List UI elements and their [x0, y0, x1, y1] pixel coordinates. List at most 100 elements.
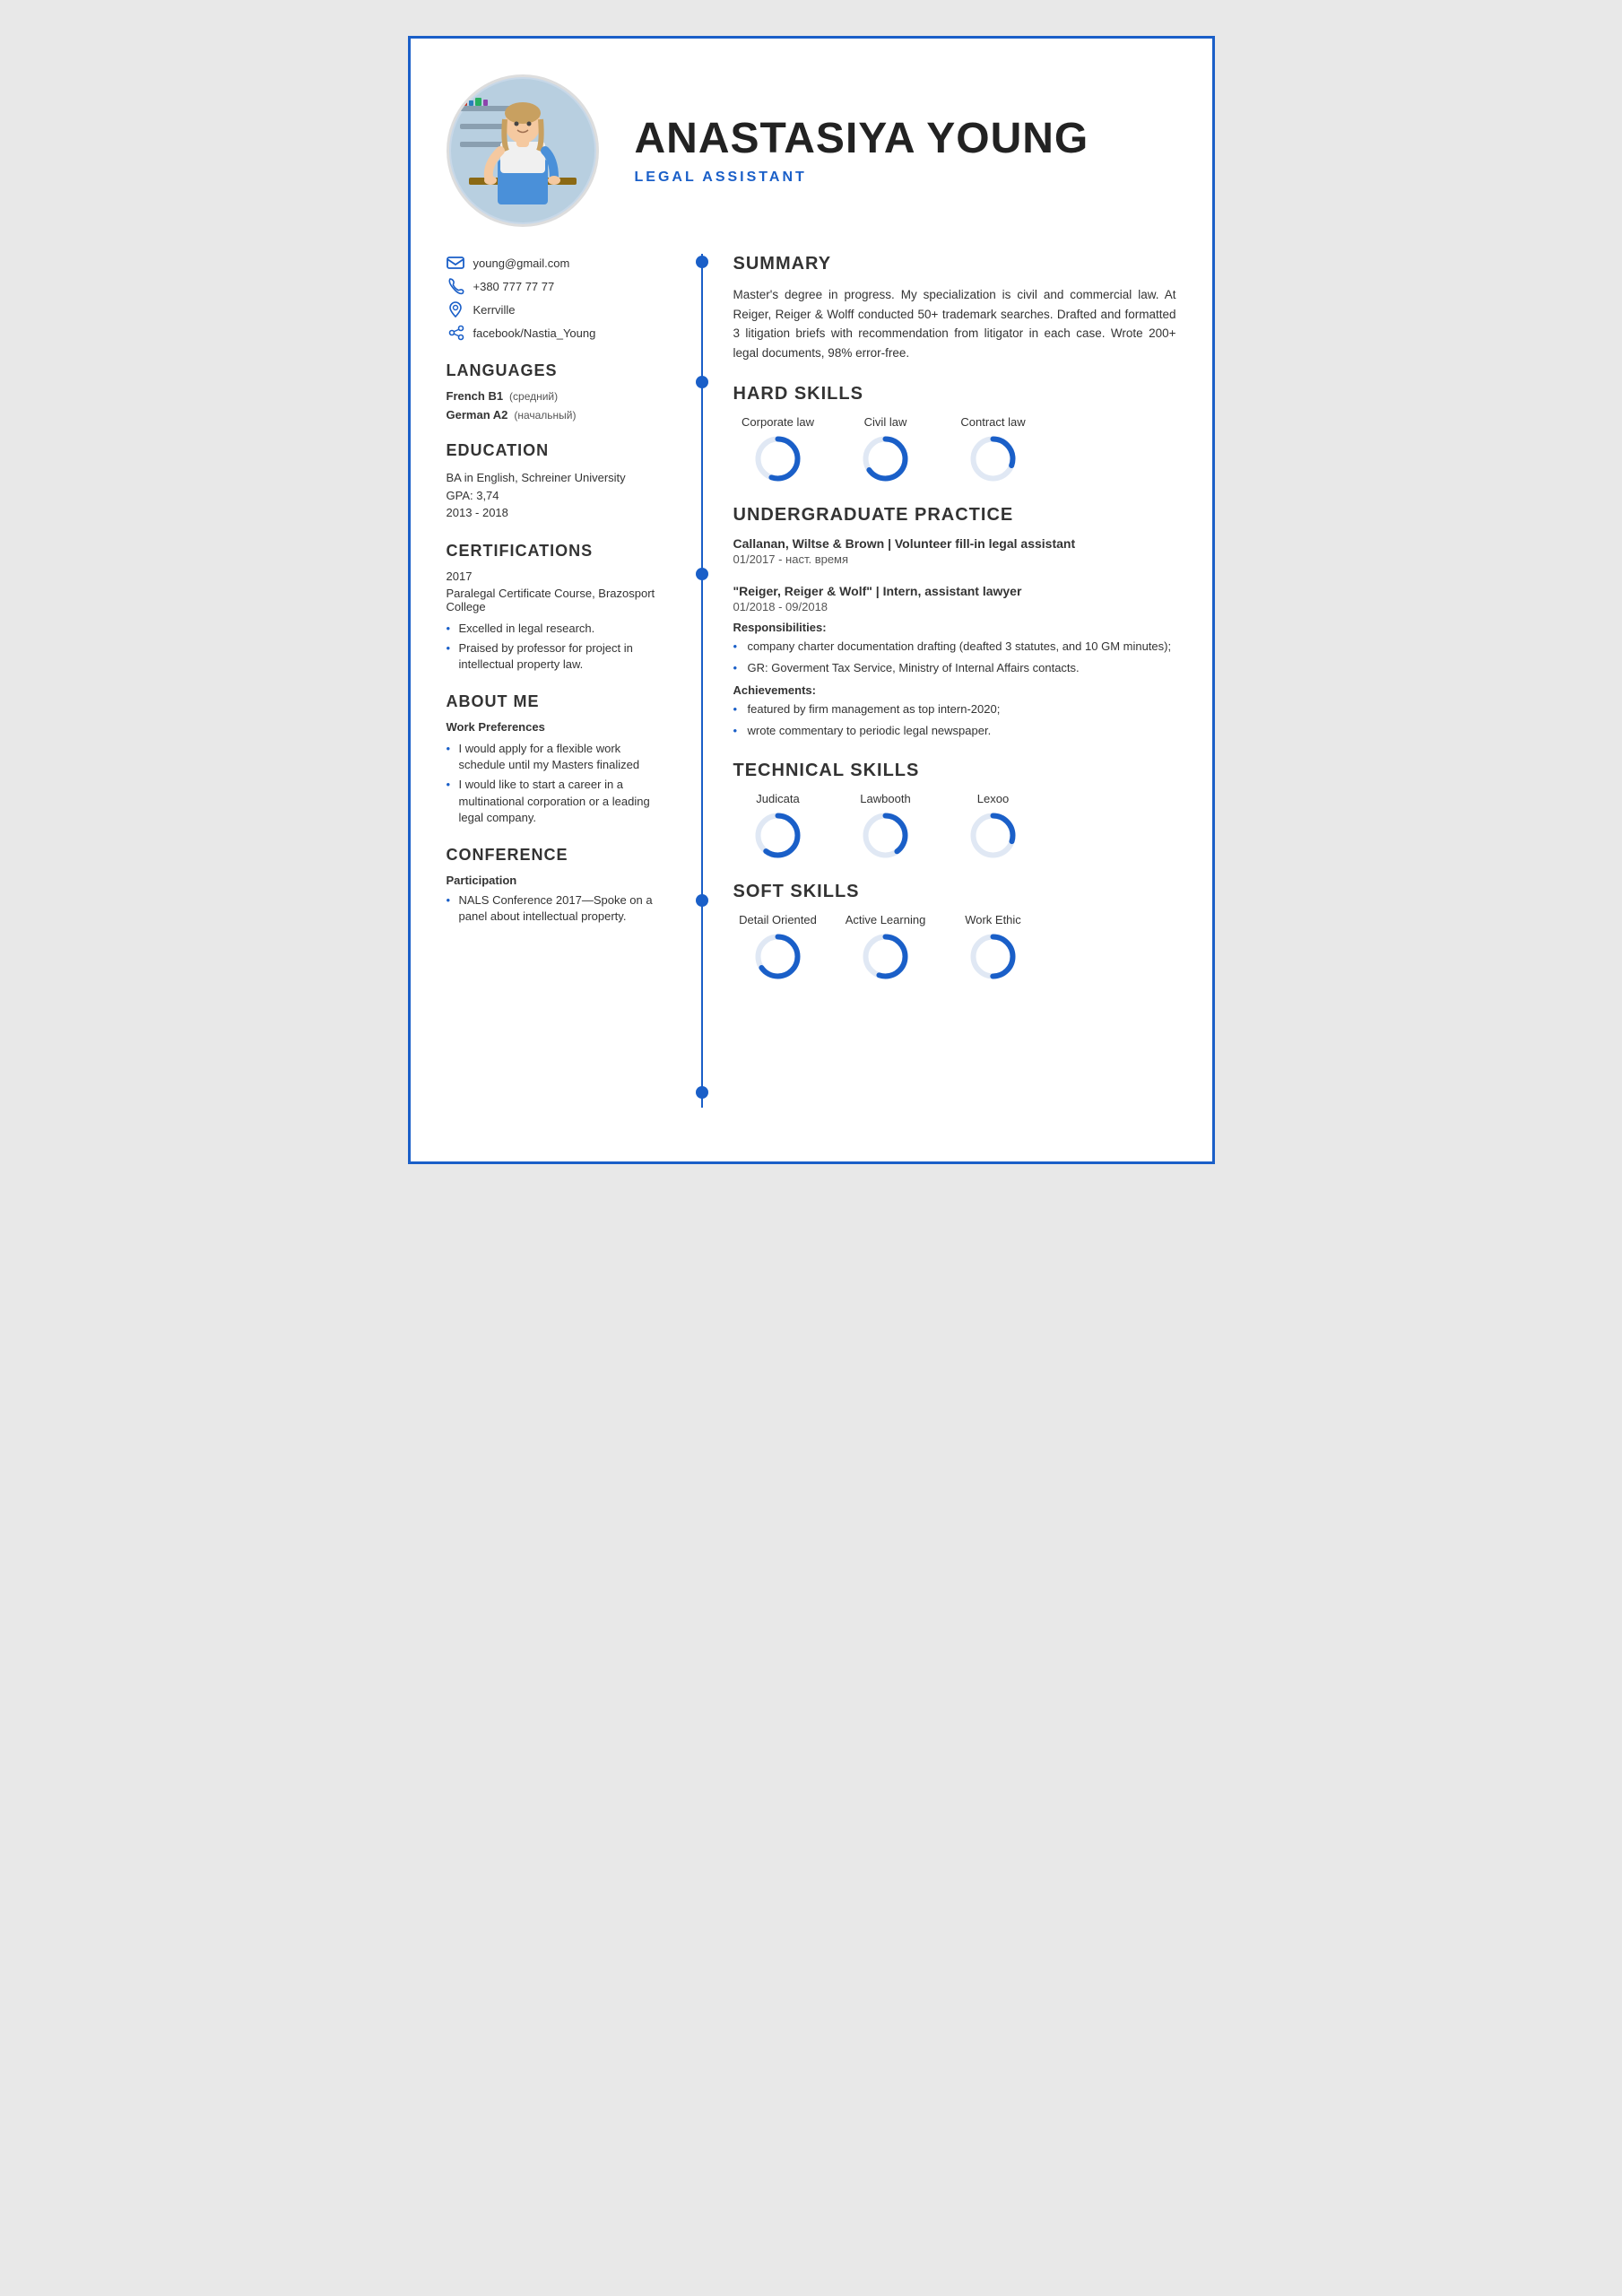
- practice-org-2: "Reiger, Reiger & Wolf" | Intern, assist…: [733, 584, 1176, 598]
- email-icon: [447, 254, 464, 272]
- cert-name: Paralegal Certificate Course, Brazosport…: [447, 587, 671, 613]
- about-title: ABOUT ME: [447, 692, 671, 711]
- hard-skills-section: HARD SKILLS Corporate law Civil law: [733, 384, 1176, 483]
- practice-title: UNDERGRADUATE PRACTICE: [733, 505, 1176, 526]
- timeline-dot-4: [696, 894, 708, 907]
- summary-section: SUMMARY Master's degree in progress. My …: [733, 254, 1176, 362]
- soft-skills-grid: Detail Oriented Active Learning: [733, 913, 1176, 981]
- skill-label-judicata: Judicata: [756, 792, 799, 805]
- practice-dates-2: 01/2018 - 09/2018: [733, 600, 1176, 613]
- resp-bullet-1: company charter documentation drafting (…: [733, 638, 1176, 656]
- conference-title: CONFERENCE: [447, 846, 671, 865]
- candidate-title: LEGAL ASSISTANT: [635, 170, 1176, 186]
- timeline: [689, 254, 716, 1108]
- skill-lexoo: Lexoo: [949, 792, 1038, 860]
- skill-circle-contract: [968, 434, 1018, 483]
- responsibilities-list: company charter documentation drafting (…: [733, 638, 1176, 676]
- about-bullet-1: I would apply for a flexible work schedu…: [447, 741, 671, 773]
- technical-skills-grid: Judicata Lawbooth Le: [733, 792, 1176, 860]
- skill-label-ethic: Work Ethic: [965, 913, 1021, 926]
- conference-subtitle: Participation: [447, 874, 671, 887]
- skill-active-learning: Active Learning: [841, 913, 931, 981]
- skill-label-detail: Detail Oriented: [739, 913, 817, 926]
- location-icon: [447, 300, 464, 318]
- about-bullets: I would apply for a flexible work schedu…: [447, 741, 671, 826]
- languages-title: LANGUAGES: [447, 361, 671, 380]
- skill-circle-active: [861, 932, 910, 981]
- cert-bullet-2: Praised by professor for project in inte…: [447, 640, 671, 673]
- soft-skills-title: SOFT SKILLS: [733, 882, 1176, 902]
- candidate-name: ANASTASIYA YOUNG: [635, 116, 1176, 163]
- achievements-list: featured by firm management as top inter…: [733, 700, 1176, 739]
- skill-judicata: Judicata: [733, 792, 823, 860]
- social-value: facebook/Nastia_Young: [473, 326, 596, 340]
- skill-lawbooth: Lawbooth: [841, 792, 931, 860]
- practice-section: UNDERGRADUATE PRACTICE Callanan, Wiltse …: [733, 505, 1176, 739]
- conference-bullets: NALS Conference 2017—Spoke on a panel ab…: [447, 892, 671, 925]
- contact-email: young@gmail.com: [447, 254, 671, 272]
- skill-label-lexoo: Lexoo: [977, 792, 1009, 805]
- skill-circle-detail: [753, 932, 802, 981]
- technical-skills-title: TECHNICAL SKILLS: [733, 761, 1176, 781]
- ach-bullet-1: featured by firm management as top inter…: [733, 700, 1176, 718]
- resume-container: ANASTASIYA YOUNG LEGAL ASSISTANT young@g…: [408, 36, 1215, 1164]
- skill-label-contract: Contract law: [960, 415, 1025, 429]
- header-text: ANASTASIYA YOUNG LEGAL ASSISTANT: [635, 116, 1176, 187]
- skill-circle-lawbooth: [861, 811, 910, 860]
- education-degree: BA in English, Schreiner University: [447, 469, 671, 487]
- cert-bullet-1: Excelled in legal research.: [447, 621, 671, 637]
- timeline-dot-3: [696, 568, 708, 580]
- cert-year: 2017: [447, 570, 671, 583]
- social-icon: [447, 324, 464, 342]
- education-title: EDUCATION: [447, 441, 671, 460]
- skill-label-lawbooth: Lawbooth: [860, 792, 910, 805]
- skill-circle-corporate: [753, 434, 802, 483]
- education-gpa: GPA: 3,74: [447, 487, 671, 505]
- skill-label-corporate: Corporate law: [742, 415, 814, 429]
- certifications-title: CERTIFICATIONS: [447, 542, 671, 561]
- contact-social: facebook/Nastia_Young: [447, 324, 671, 342]
- conference-bullet-1: NALS Conference 2017—Spoke on a panel ab…: [447, 892, 671, 925]
- skill-contract-law: Contract law: [949, 415, 1038, 483]
- conference-section: CONFERENCE Participation NALS Conference…: [447, 846, 671, 925]
- education-section: EDUCATION BA in English, Schreiner Unive…: [447, 441, 671, 522]
- hard-skills-title: HARD SKILLS: [733, 384, 1176, 404]
- contact-section: young@gmail.com +380 777 77 77: [447, 254, 671, 342]
- skill-circle-ethic: [968, 932, 1018, 981]
- about-section: ABOUT ME Work Preferences I would apply …: [447, 692, 671, 826]
- skill-detail-oriented: Detail Oriented: [733, 913, 823, 981]
- skill-civil-law: Civil law: [841, 415, 931, 483]
- timeline-dot-2: [696, 376, 708, 388]
- timeline-dot-1: [696, 256, 708, 268]
- summary-title: SUMMARY: [733, 254, 1176, 274]
- contact-location: Kerrville: [447, 300, 671, 318]
- right-column: SUMMARY Master's degree in progress. My …: [716, 254, 1176, 1108]
- skill-circle-judicata: [753, 811, 802, 860]
- phone-icon: [447, 277, 464, 295]
- education-years: 2013 - 2018: [447, 504, 671, 522]
- header: ANASTASIYA YOUNG LEGAL ASSISTANT: [447, 74, 1176, 227]
- language-french: French B1 (средний): [447, 389, 671, 403]
- technical-skills-section: TECHNICAL SKILLS Judicata Lawbooth: [733, 761, 1176, 860]
- languages-section: LANGUAGES French B1 (средний) German A2 …: [447, 361, 671, 422]
- about-bullet-2: I would like to start a career in a mult…: [447, 777, 671, 826]
- practice-dates-1: 01/2017 - наст. время: [733, 552, 1176, 566]
- cert-bullets: Excelled in legal research. Praised by p…: [447, 621, 671, 674]
- summary-text: Master's degree in progress. My speciali…: [733, 285, 1176, 362]
- language-german: German A2 (начальный): [447, 408, 671, 422]
- timeline-dot-5: [696, 1086, 708, 1099]
- main-layout: young@gmail.com +380 777 77 77: [447, 254, 1176, 1108]
- contact-phone: +380 777 77 77: [447, 277, 671, 295]
- email-value: young@gmail.com: [473, 257, 570, 270]
- left-column: young@gmail.com +380 777 77 77: [447, 254, 689, 1108]
- skill-work-ethic: Work Ethic: [949, 913, 1038, 981]
- skill-circle-civil: [861, 434, 910, 483]
- resp-bullet-2: GR: Goverment Tax Service, Ministry of I…: [733, 659, 1176, 677]
- achievements-label: Achievements:: [733, 683, 1176, 697]
- avatar: [447, 74, 599, 227]
- certifications-section: CERTIFICATIONS 2017 Paralegal Certificat…: [447, 542, 671, 674]
- soft-skills-section: SOFT SKILLS Detail Oriented Active Learn…: [733, 882, 1176, 981]
- practice-entry-2: "Reiger, Reiger & Wolf" | Intern, assist…: [733, 584, 1176, 739]
- hard-skills-grid: Corporate law Civil law: [733, 415, 1176, 483]
- responsibilities-label: Responsibilities:: [733, 621, 1176, 634]
